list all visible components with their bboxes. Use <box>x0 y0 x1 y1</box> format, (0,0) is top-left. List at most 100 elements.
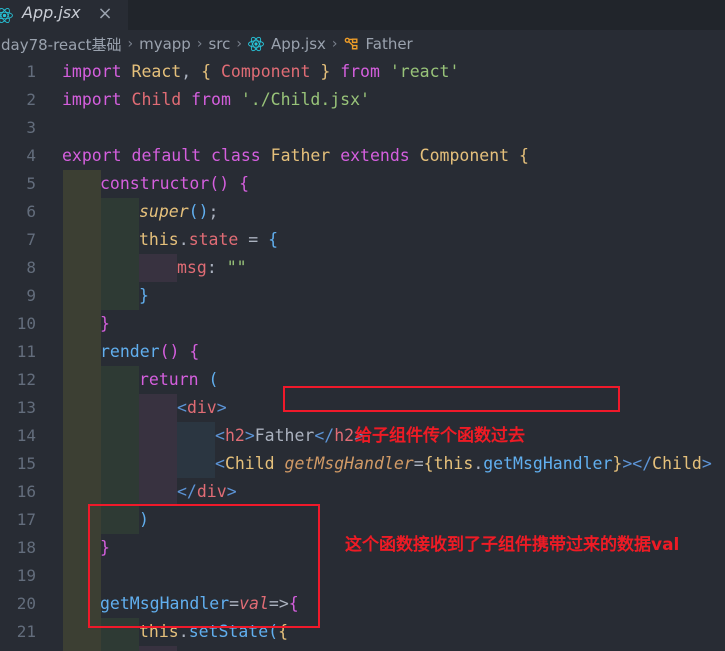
line-number: 4 <box>26 146 36 165</box>
code-text: <h2>Father</h2> <box>215 426 365 445</box>
indent-guide <box>63 226 101 254</box>
code-line[interactable]: 2 import Child from './Child.jsx' <box>0 86 725 114</box>
line-number: 8 <box>26 258 36 277</box>
code-line[interactable]: 3 <box>0 114 725 142</box>
react-icon <box>0 6 14 25</box>
indent-guide <box>63 394 101 422</box>
breadcrumb-item-symbol[interactable]: Father <box>366 35 413 53</box>
line-number: 15 <box>16 454 36 473</box>
code-text: return ( <box>139 370 219 389</box>
indent-guide <box>63 366 101 394</box>
indent-guide <box>63 422 101 450</box>
close-icon[interactable]: × <box>96 5 114 23</box>
code-text: <div> <box>177 398 227 417</box>
indent-guide <box>101 254 139 282</box>
indent-guide <box>63 310 101 338</box>
indent-guide <box>101 422 139 450</box>
code-line[interactable]: 4 export default class Father extends Co… <box>0 142 725 170</box>
line-number: 18 <box>16 538 36 557</box>
indent-guide <box>139 478 177 506</box>
line-number: 13 <box>16 398 36 417</box>
indent-guide <box>101 478 139 506</box>
indent-guide <box>63 282 101 310</box>
code-line[interactable]: 8 msg: "" <box>0 254 725 282</box>
indent-guide <box>139 394 177 422</box>
breadcrumb-item-project[interactable]: day78-react基础 <box>1 34 121 55</box>
line-number: 19 <box>16 566 36 585</box>
indent-guide <box>101 646 139 651</box>
indent-guide <box>101 226 139 254</box>
line-number: 9 <box>26 286 36 305</box>
code-line[interactable]: 16 </div> <box>0 478 725 506</box>
line-number: 17 <box>16 510 36 529</box>
line-number: 20 <box>16 594 36 613</box>
indent-guide <box>101 394 139 422</box>
indent-guide <box>101 366 139 394</box>
code-line[interactable]: 7 this.state = { <box>0 226 725 254</box>
code-text: import Child from './Child.jsx' <box>62 90 370 109</box>
indent-guide <box>63 646 101 651</box>
indent-guide <box>63 254 101 282</box>
indent-guide <box>139 254 177 282</box>
code-line[interactable]: 9 } <box>0 282 725 310</box>
code-text: render() { <box>100 342 200 361</box>
line-number: 21 <box>16 622 36 641</box>
annotation-note-2: 这个函数接收到了子组件携带过来的数据val <box>345 535 680 555</box>
breadcrumb-item-myapp[interactable]: myapp <box>139 35 191 53</box>
line-number: 11 <box>16 342 36 361</box>
line-number: 2 <box>26 90 36 109</box>
indent-guide <box>63 170 101 198</box>
annotation-note-1: 给子组件传个函数过去 <box>355 426 525 446</box>
code-line[interactable]: 1 import React, { Component } from 'reac… <box>0 58 725 86</box>
code-text: super(); <box>139 202 219 221</box>
react-icon <box>247 35 265 53</box>
breadcrumb-separator: › <box>331 36 338 52</box>
breadcrumb-item-src[interactable]: src <box>208 35 230 53</box>
breadcrumb: day78-react基础 › myapp › src › App.jsx › <box>0 30 725 58</box>
highlight-box-child-prop <box>283 386 620 412</box>
code-text: msg: "" <box>177 258 247 277</box>
code-text: this.state = { <box>139 230 279 249</box>
line-number: 14 <box>16 426 36 445</box>
code-text: import React, { Component } from 'react' <box>62 62 460 81</box>
code-text: constructor() { <box>100 174 250 193</box>
tab-label: App.jsx <box>22 3 81 22</box>
line-number: 12 <box>16 370 36 389</box>
indent-guide <box>177 422 215 450</box>
indent-guide <box>101 282 139 310</box>
code-text: </div> <box>177 482 237 501</box>
breadcrumb-separator: › <box>127 36 134 52</box>
code-text: <Child getMsgHandler={this.getMsgHandler… <box>215 454 712 473</box>
breadcrumb-item-file[interactable]: App.jsx <box>271 35 326 53</box>
line-number: 3 <box>26 118 36 137</box>
line-number: 6 <box>26 202 36 221</box>
breadcrumb-separator: › <box>196 36 203 52</box>
code-line[interactable]: 11 render() { <box>0 338 725 366</box>
line-number: 22 <box>0 646 36 651</box>
line-number: 7 <box>26 230 36 249</box>
tab-bar: App.jsx × <box>0 0 725 30</box>
indent-guide <box>63 198 101 226</box>
line-number: 1 <box>26 62 36 81</box>
line-number: 5 <box>26 174 36 193</box>
code-line[interactable]: 6 super(); <box>0 198 725 226</box>
code-line[interactable]: 10 } <box>0 310 725 338</box>
line-number: 10 <box>16 314 36 333</box>
code-text: } <box>139 286 149 305</box>
indent-guide <box>177 450 215 478</box>
code-line[interactable]: 5 constructor() { <box>0 170 725 198</box>
indent-guide <box>101 450 139 478</box>
indent-guide <box>139 450 177 478</box>
code-text: } <box>100 314 110 333</box>
indent-guide <box>139 422 177 450</box>
code-line[interactable]: 15 <Child getMsgHandler={this.getMsgHand… <box>0 450 725 478</box>
indent-guide <box>101 198 139 226</box>
indent-guide <box>63 450 101 478</box>
code-line[interactable]: 22 msg:val <box>0 646 725 651</box>
breadcrumb-separator: › <box>236 36 242 52</box>
tab-app-jsx[interactable]: App.jsx × <box>0 0 128 30</box>
line-number: 16 <box>16 482 36 501</box>
highlight-box-getmsghandler <box>88 504 320 628</box>
symbol-class-icon <box>343 35 360 53</box>
indent-guide <box>63 338 101 366</box>
